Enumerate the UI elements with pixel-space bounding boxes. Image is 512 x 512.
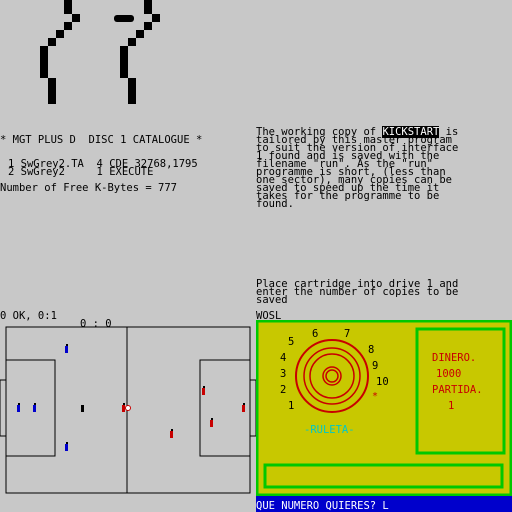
info-line-10: found. xyxy=(256,198,294,210)
prompt-input[interactable]: QUE NUMERO QUIERES? L xyxy=(256,501,389,512)
file-name: SwGrey2 xyxy=(20,166,65,178)
player-blue xyxy=(33,403,36,412)
prompt-bar: QUE NUMERO QUIERES? L xyxy=(256,496,512,512)
catalogue-file-2[interactable]: 2 SwGrey2 1 EXECUTE xyxy=(8,160,154,178)
dinero-label: DINERO. xyxy=(432,352,477,364)
partida-value: 1 xyxy=(448,400,455,412)
roulette-number[interactable]: 9 xyxy=(372,361,378,372)
player-red xyxy=(170,429,173,438)
place-line-3: saved xyxy=(256,294,288,306)
roulette-panel: * 1 2 3 4 5 6 7 8 9 10 -RULETA- DINERO. … xyxy=(255,319,512,497)
player-red xyxy=(202,386,205,395)
file-size: 1 xyxy=(96,166,103,178)
roulette-number[interactable]: 7 xyxy=(344,329,350,340)
file-number: 2 xyxy=(8,166,15,178)
free-kbytes: Number of Free K-Bytes = 777 xyxy=(0,182,178,194)
wosl-label: WOSL xyxy=(256,310,282,322)
roulette-number[interactable]: 4 xyxy=(280,353,286,364)
player-red xyxy=(210,418,213,427)
player-black xyxy=(81,405,84,412)
roulette-marker: * xyxy=(372,391,378,402)
roulette-number[interactable]: 10 xyxy=(376,377,389,388)
ball-icon xyxy=(125,405,131,411)
football-status: 0 OK, 0:1 xyxy=(0,310,57,322)
file-info: EXECUTE xyxy=(109,166,154,178)
roulette-number[interactable]: 2 xyxy=(280,385,286,396)
player-red xyxy=(122,403,125,412)
partida-label: PARTIDA. xyxy=(432,384,483,396)
roulette-label: -RULETA- xyxy=(304,424,355,436)
roulette-number[interactable]: 5 xyxy=(288,337,294,348)
football-pitch xyxy=(0,326,256,494)
player-blue xyxy=(65,344,68,353)
roulette-number[interactable]: 8 xyxy=(368,345,374,356)
player-red xyxy=(242,403,245,412)
roulette-number[interactable]: 3 xyxy=(280,369,286,380)
dinero-value: 1000 xyxy=(436,368,462,380)
player-blue xyxy=(65,442,68,451)
player-blue xyxy=(17,403,20,412)
catalogue-header: * MGT PLUS D DISC 1 CATALOGUE * xyxy=(0,134,203,146)
roulette-number[interactable]: 6 xyxy=(312,329,318,340)
roulette-number[interactable]: 1 xyxy=(288,401,294,412)
